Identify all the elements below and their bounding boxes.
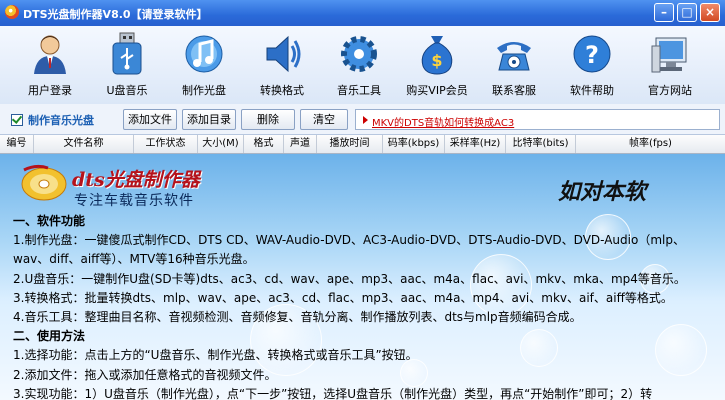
intro-text: 一、软件功能 1.制作光盘：一键傻瓜式制作CD、DTS CD、WAV-Audio-… [13, 212, 713, 400]
bullet-icon [363, 116, 368, 124]
music-note-icon [185, 35, 223, 73]
buy-vip-button[interactable]: $ 购买VIP会员 [399, 30, 475, 100]
speaker-icon [266, 35, 301, 73]
section-heading: 二、使用方法 [13, 329, 86, 344]
svg-text:?: ? [585, 41, 599, 69]
banner-title: dts光盘制作器 [72, 169, 200, 191]
usb-drive-icon [112, 32, 142, 75]
delete-button[interactable]: 删除 [241, 109, 295, 130]
add-directory-button[interactable]: 添加目录 [182, 109, 236, 130]
column-header[interactable]: 帧率(fps) [576, 135, 725, 153]
telephone-icon [497, 42, 531, 71]
add-file-button[interactable]: 添加文件 [123, 109, 177, 130]
make-disc-button[interactable]: 制作光盘 [166, 30, 242, 100]
gear-icon [341, 36, 377, 72]
title-bar[interactable]: DTS光盘制作器V8.0【请登录软件】 – □ × [0, 0, 725, 26]
window-title: DTS光盘制作器V8.0【请登录软件】 [23, 8, 208, 21]
make-music-disc-checkbox[interactable] [11, 114, 23, 126]
user-login-button[interactable]: 用户登录 [12, 30, 88, 100]
mode-label: 制作音乐光盘 [28, 114, 94, 127]
disc-logo-icon [21, 164, 67, 201]
column-header[interactable]: 文件名称 [34, 135, 134, 153]
music-tools-button[interactable]: 音乐工具 [321, 30, 397, 100]
intro-panel: dts光盘制作器 专注车载音乐软件 如对本软 一、软件功能 1.制作光盘：一键傻瓜… [0, 154, 725, 400]
text-line: wav、diff、aiff等）、MTV等16种音乐光盘。 [13, 252, 255, 267]
column-header[interactable]: 播放时间 [317, 135, 383, 153]
app-icon [5, 5, 19, 19]
column-header[interactable]: 编号 [0, 135, 34, 153]
column-header[interactable]: 码率(kbps) [383, 135, 445, 153]
column-header[interactable]: 声道 [284, 135, 317, 153]
clear-button[interactable]: 清空 [300, 109, 348, 130]
svg-text:$: $ [431, 51, 442, 70]
text-line: 3.转换格式：批量转换dts、mlp、wav、ape、ac3、cd、flac、m… [13, 290, 673, 305]
official-website-button[interactable]: 官方网站 [632, 30, 708, 100]
main-toolbar: 用户登录 U盘音乐 制作光盘 转换格式 音乐工具 $ 购买VIP会员 联系客服 … [0, 26, 725, 105]
minimize-button[interactable]: – [654, 3, 674, 22]
convert-format-button[interactable]: 转换格式 [244, 30, 320, 100]
text-line: 1.制作光盘：一键傻瓜式制作CD、DTS CD、WAV-Audio-DVD、AC… [13, 233, 685, 248]
banner-slogan: 如对本软 [558, 179, 647, 205]
text-line: 1.选择功能：点击上方的“U盘音乐、制作光盘、转换格式或音乐工具”按钮。 [13, 348, 418, 363]
software-help-button[interactable]: ? 软件帮助 [554, 30, 630, 100]
column-header[interactable]: 格式 [244, 135, 284, 153]
text-line: 2.U盘音乐：一键制作U盘(SD卡等)dts、ac3、cd、wav、ape、mp… [13, 271, 686, 286]
text-line: 3.实现功能：1）U盘音乐（制作光盘），点“下一步”按钮，选择U盘音乐（制作光盘… [13, 386, 653, 400]
contact-support-button[interactable]: 联系客服 [476, 30, 552, 100]
text-line: 2.添加文件：拖入或添加任意格式的音视频文件。 [13, 367, 277, 382]
text-line: 4.音乐工具：整理曲目名称、音视频检测、音频修复、音轨分离、制作播放列表、dts… [13, 310, 582, 325]
section-heading: 一、软件功能 [13, 214, 86, 228]
monitor-icon [651, 37, 687, 73]
file-table-header: 编号 文件名称 工作状态 大小(M) 格式 声道 播放时间 码率(kbps) 采… [0, 135, 725, 154]
column-header[interactable]: 大小(M) [198, 135, 244, 153]
banner-subtitle: 专注车载音乐软件 [74, 193, 194, 209]
options-bar: 制作音乐光盘 添加文件 添加目录 删除 清空 MKV的DTS音轨如何转换成AC3 [0, 104, 725, 135]
column-header[interactable]: 比特率(bits) [506, 135, 576, 153]
money-bag-icon: $ [421, 36, 453, 75]
tip-link[interactable]: MKV的DTS音轨如何转换成AC3 [372, 114, 514, 129]
column-header[interactable]: 工作状态 [134, 135, 198, 153]
maximize-button[interactable]: □ [677, 3, 697, 22]
column-header[interactable]: 采样率(Hz) [445, 135, 506, 153]
help-icon: ? [573, 35, 611, 73]
user-icon [34, 35, 66, 74]
close-button[interactable]: × [700, 3, 720, 22]
usb-music-button[interactable]: U盘音乐 [89, 30, 165, 100]
tip-link-box: MKV的DTS音轨如何转换成AC3 [355, 109, 720, 130]
